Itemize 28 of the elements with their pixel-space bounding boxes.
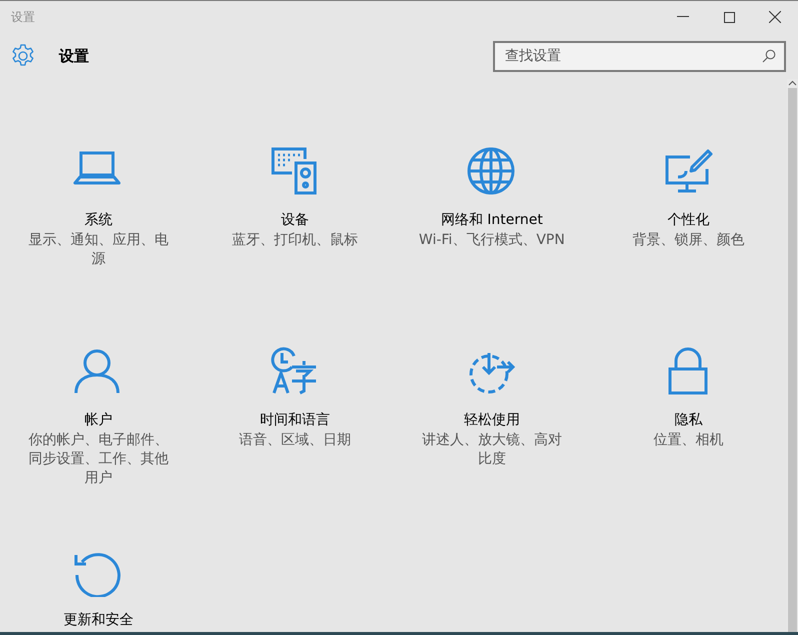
category-description: 语音、区域、日期 xyxy=(238,431,352,450)
scroll-up-icon xyxy=(787,79,798,88)
search-field[interactable]: 查找设置 xyxy=(493,40,786,72)
category-description: 蓝牙、打印机、鼠标 xyxy=(231,231,360,250)
close-icon xyxy=(769,11,781,23)
category-title[interactable]: 轻松使用 xyxy=(464,411,520,429)
window-title: 设置 xyxy=(11,9,35,26)
minimize-icon xyxy=(677,16,689,18)
category-title[interactable]: 帐户 xyxy=(84,411,112,429)
category-title[interactable]: 个性化 xyxy=(668,211,710,229)
category-title[interactable]: 时间和语言 xyxy=(260,411,330,429)
category-title[interactable]: 网络和 Internet xyxy=(440,211,543,229)
page-title: 设置 xyxy=(59,46,89,67)
category-description: 位置、相机 xyxy=(652,431,725,450)
category-description: 讲述人、放大镜、高对比度 xyxy=(420,431,563,469)
search-icon xyxy=(762,48,776,62)
category-description: 显示、通知、应用、电源 xyxy=(27,231,170,269)
category-description: 你的帐户、电子邮件、同步设置、工作、其他用户 xyxy=(27,431,170,488)
scrollbar[interactable] xyxy=(787,79,798,635)
category-title[interactable]: 系统 xyxy=(84,211,112,229)
category-title[interactable]: 设备 xyxy=(281,211,310,229)
category-description: Wi-Fi、飞行模式、VPN xyxy=(418,231,566,250)
category-description: 背景、锁屏、颜色 xyxy=(632,231,746,250)
category-title[interactable]: 更新和安全 xyxy=(63,611,134,629)
category-title[interactable]: 隐私 xyxy=(674,411,703,429)
globe-icon xyxy=(466,147,517,197)
maximize-icon xyxy=(724,12,734,22)
settings-icon xyxy=(11,44,35,68)
